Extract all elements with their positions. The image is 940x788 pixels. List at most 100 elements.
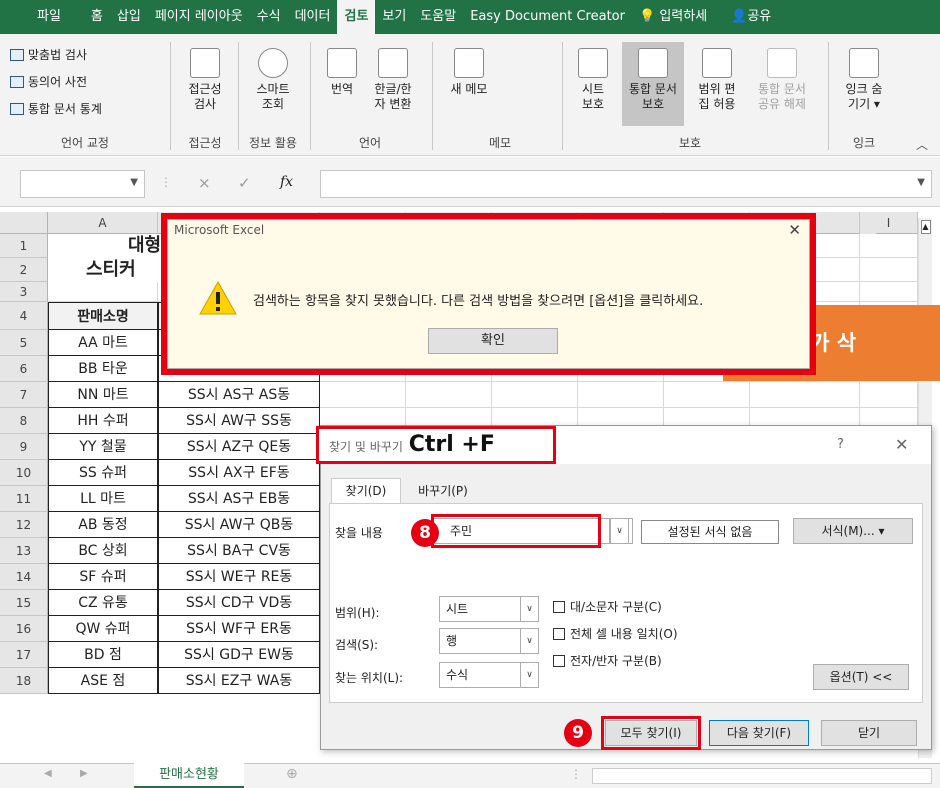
cell-a[interactable]: YY 철물	[48, 434, 158, 460]
cell-b[interactable]: SS시 GD구 EW동	[158, 642, 320, 668]
close-icon[interactable]: ✕	[895, 435, 908, 454]
next-sheet-icon[interactable]: ▶	[80, 768, 88, 779]
row-header[interactable]: 12	[0, 512, 48, 538]
new-comment-button[interactable]: 새 메모	[442, 48, 496, 97]
cell-b[interactable]: SS시 AX구 EF동	[158, 460, 320, 486]
horizontal-scrollbar[interactable]	[592, 768, 932, 784]
hide-ink-button[interactable]: 잉크 숨 기기 ▾	[836, 48, 892, 112]
column-header[interactable]: A	[48, 212, 158, 234]
hangul-hanja-button[interactable]: 한글/한 자 변환	[364, 48, 422, 112]
cell-a[interactable]: BD 점	[48, 642, 158, 668]
tab-page-layout[interactable]: 페이지 레이아웃	[148, 0, 250, 34]
tab-data[interactable]: 데이터	[288, 0, 338, 34]
empty-cell[interactable]	[750, 382, 860, 408]
tab-review[interactable]: 검토	[337, 0, 376, 34]
cell-a[interactable]: CZ 유통	[48, 590, 158, 616]
smart-lookup-button[interactable]: 스마트 조회	[242, 48, 304, 112]
tab-help[interactable]: 도움말	[413, 0, 463, 34]
row-header[interactable]: 17	[0, 642, 48, 668]
format-button[interactable]: 서식(M)... ▾	[793, 518, 913, 544]
cell-a[interactable]	[48, 282, 158, 302]
cell-a[interactable]: SF 슈퍼	[48, 564, 158, 590]
cell-a[interactable]: LL 마트	[48, 486, 158, 512]
cell-a[interactable]: BC 상회	[48, 538, 158, 564]
name-box[interactable]: ▼	[20, 170, 145, 198]
row-header[interactable]: 13	[0, 538, 48, 564]
tab-view[interactable]: 보기	[375, 0, 413, 34]
check-accessibility-button[interactable]: 접근성 검사	[176, 48, 234, 112]
thesaurus-button[interactable]: 동의어 사전	[10, 73, 87, 90]
add-sheet-icon[interactable]: ⊕	[286, 766, 298, 782]
row-header[interactable]: 4	[0, 302, 48, 330]
cell-a[interactable]: BB 타운	[48, 356, 158, 382]
tab-easy-document-creator[interactable]: Easy Document Creator	[463, 0, 632, 34]
search-order-select[interactable]: 행 ∨	[439, 628, 539, 654]
row-header[interactable]: 7	[0, 382, 48, 408]
cell-a[interactable]: ASE 점	[48, 668, 158, 694]
protect-workbook-button[interactable]: 통합 문서 보호	[622, 42, 684, 126]
row-header[interactable]: 14	[0, 564, 48, 590]
empty-cell[interactable]	[406, 382, 492, 408]
row-header[interactable]: 11	[0, 486, 48, 512]
expand-formula-icon[interactable]: ▼	[917, 177, 925, 188]
row-header[interactable]: 5	[0, 330, 48, 356]
sheet-tab-sales[interactable]: 판매소현황	[134, 763, 244, 788]
cell-b[interactable]: SS시 AS구 EB동	[158, 486, 320, 512]
find-next-button[interactable]: 다음 찾기(F)	[709, 720, 809, 746]
cancel-icon[interactable]: ×	[198, 174, 211, 192]
ok-button[interactable]: 확인	[428, 328, 558, 354]
chevron-down-icon[interactable]: ▼	[130, 177, 138, 188]
row-header[interactable]: 8	[0, 408, 48, 434]
empty-cell[interactable]	[492, 382, 578, 408]
cell-a[interactable]: NN 마트	[48, 382, 158, 408]
unshare-workbook-button[interactable]: 통합 문서 공유 해제	[748, 48, 816, 112]
cell-a[interactable]: SS 슈퍼	[48, 460, 158, 486]
collapse-ribbon-icon[interactable]: ︿	[916, 136, 928, 153]
options-button[interactable]: 옵션(T) <<	[813, 664, 909, 690]
scroll-up-icon[interactable]: ▲	[920, 220, 931, 234]
match-entire-cell-checkbox[interactable]: 전체 셀 내용 일치(O)	[553, 625, 678, 642]
row-header[interactable]: 18	[0, 668, 48, 694]
protect-sheet-button[interactable]: 시트 보호	[568, 48, 618, 112]
find-history-dropdown[interactable]: ∨	[609, 518, 629, 544]
cell-b[interactable]: SS시 CD구 VD동	[158, 590, 320, 616]
cell-a[interactable]: AA 마트	[48, 330, 158, 356]
cell-b[interactable]: SS시 AS구 AS동	[158, 382, 320, 408]
tell-me-search[interactable]: 💡 입력하세	[632, 0, 714, 34]
cell-a[interactable]: QW 슈퍼	[48, 616, 158, 642]
row-header[interactable]: 3	[0, 282, 48, 302]
row-header[interactable]: 9	[0, 434, 48, 460]
empty-cell[interactable]	[320, 382, 406, 408]
match-width-checkbox[interactable]: 전자/반자 구분(B)	[553, 652, 662, 669]
spelling-button[interactable]: 맞춤법 검사	[10, 46, 87, 63]
cell-b[interactable]: SS시 WF구 ER동	[158, 616, 320, 642]
translate-button[interactable]: 번역	[320, 48, 364, 97]
empty-cell[interactable]	[860, 282, 918, 302]
row-header[interactable]: 1	[0, 234, 48, 258]
close-icon[interactable]: ✕	[788, 221, 801, 239]
tab-insert[interactable]: 삽입	[110, 0, 148, 34]
empty-cell[interactable]	[860, 382, 918, 408]
cell-a[interactable]: HH 수퍼	[48, 408, 158, 434]
cell-b[interactable]: SS시 AW구 QB동	[158, 512, 320, 538]
empty-cell[interactable]	[860, 234, 918, 258]
row-header[interactable]: 15	[0, 590, 48, 616]
cell-b[interactable]: SS시 BA구 CV동	[158, 538, 320, 564]
look-in-select[interactable]: 수식 ∨	[439, 662, 539, 688]
formula-input[interactable]: ▼	[320, 170, 932, 198]
close-button[interactable]: 닫기	[821, 720, 917, 746]
within-select[interactable]: 시트 ∨	[439, 596, 539, 622]
row-header[interactable]: 6	[0, 356, 48, 382]
row-header[interactable]: 10	[0, 460, 48, 486]
row-header[interactable]: 16	[0, 616, 48, 642]
help-button[interactable]: ?	[837, 437, 844, 452]
empty-cell[interactable]	[860, 258, 918, 282]
empty-cell[interactable]	[578, 382, 664, 408]
empty-cell[interactable]	[664, 382, 750, 408]
tab-formulas[interactable]: 수식	[250, 0, 288, 34]
prev-sheet-icon[interactable]: ◀	[44, 768, 52, 779]
allow-edit-ranges-button[interactable]: 범위 편 집 허용	[690, 48, 744, 112]
cell-a[interactable]: AB 동정	[48, 512, 158, 538]
cell-b[interactable]: SS시 EZ구 WA동	[158, 668, 320, 694]
workbook-statistics-button[interactable]: 통합 문서 통계	[10, 100, 102, 117]
